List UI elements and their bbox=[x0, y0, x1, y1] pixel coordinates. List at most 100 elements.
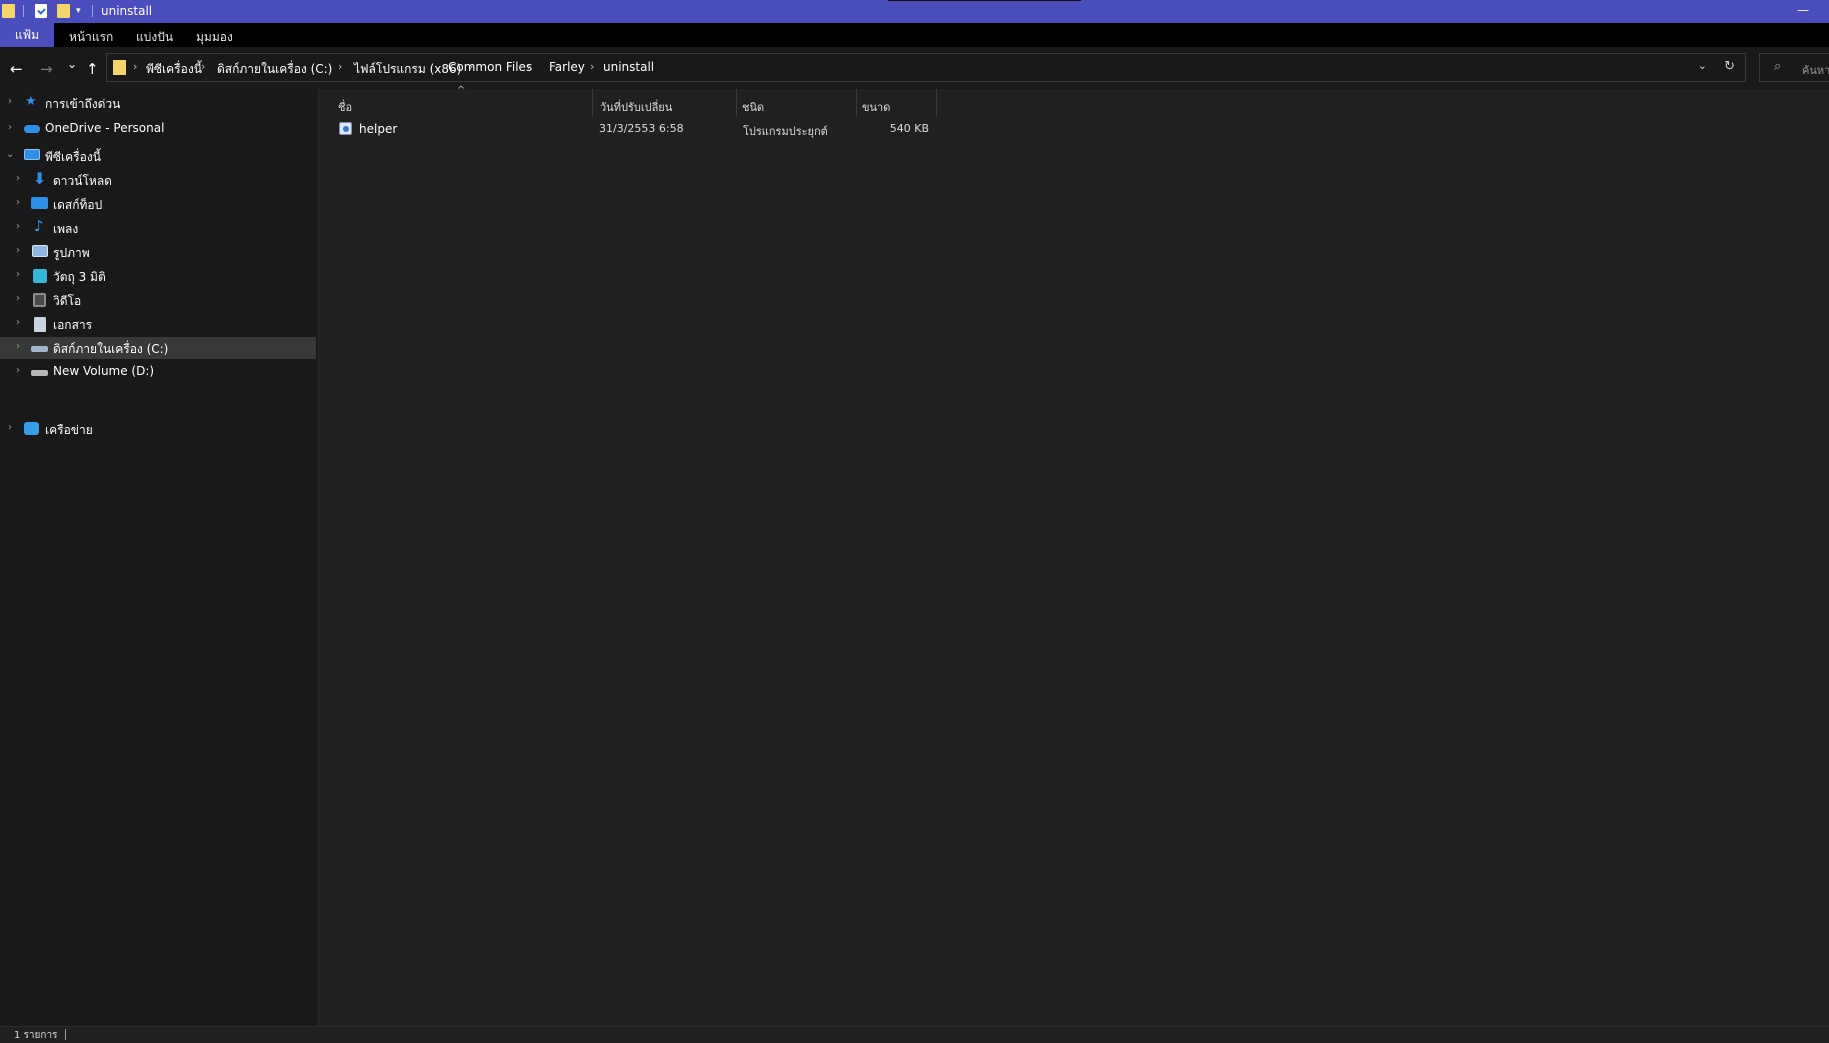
application-icon bbox=[339, 122, 352, 135]
pictures-icon bbox=[32, 245, 48, 257]
column-header-name[interactable]: ^ ชื่อ bbox=[319, 85, 594, 116]
properties-icon[interactable] bbox=[35, 4, 47, 18]
column-header-label: ชนิด bbox=[742, 101, 765, 114]
refresh-icon[interactable]: ↻ bbox=[1724, 59, 1735, 74]
file-name: helper bbox=[359, 122, 398, 136]
sidebar-item-label: วัตถุ 3 มิติ bbox=[53, 270, 106, 284]
new-folder-icon[interactable] bbox=[57, 4, 70, 18]
breadcrumb-program-files-x86[interactable]: ไฟล์โปรแกรม (x86) bbox=[354, 60, 461, 79]
file-size: 540 KB bbox=[889, 122, 929, 135]
expand-chevron-icon[interactable]: › bbox=[16, 173, 20, 184]
breadcrumb-common-files[interactable]: Common Files bbox=[448, 60, 532, 74]
window-title: uninstall bbox=[101, 4, 153, 18]
expand-chevron-icon[interactable]: › bbox=[8, 122, 12, 133]
title-accent-line bbox=[888, 0, 1081, 1]
sidebar-item-3d-objects[interactable]: › วัตถุ 3 มิติ bbox=[0, 265, 316, 287]
breadcrumb-chevron-icon[interactable]: › bbox=[590, 60, 594, 73]
file-type: โปรแกรมประยุกต์ bbox=[743, 125, 828, 138]
status-bar: 1 รายการ bbox=[0, 1026, 1829, 1042]
tab-home[interactable]: หน้าแรก bbox=[69, 28, 113, 47]
expand-chevron-icon[interactable]: › bbox=[16, 341, 20, 352]
breadcrumb-farley[interactable]: Farley bbox=[549, 60, 585, 74]
expand-chevron-icon[interactable]: › bbox=[8, 422, 12, 433]
divider bbox=[65, 1029, 66, 1040]
search-box[interactable]: ⌕ ค้นหา bbox=[1759, 53, 1829, 82]
sidebar-item-network[interactable]: › เครือข่าย bbox=[0, 418, 316, 440]
sidebar-item-label: พีซีเครื่องนี้ bbox=[45, 150, 101, 164]
sidebar-item-quick-access[interactable]: › ★ การเข้าถึงด่วน bbox=[0, 92, 316, 114]
column-header-type[interactable]: ชนิด bbox=[737, 89, 857, 116]
sidebar-item-label: การเข้าถึงด่วน bbox=[45, 97, 121, 111]
sidebar-item-label: New Volume (D:) bbox=[53, 364, 155, 378]
breadcrumb-uninstall[interactable]: uninstall bbox=[603, 60, 654, 74]
title-bar: ▾ uninstall — bbox=[0, 0, 1829, 23]
quick-access-dropdown-icon[interactable]: ▾ bbox=[76, 6, 81, 16]
column-header-label: ขนาด bbox=[862, 101, 891, 114]
network-icon bbox=[24, 422, 39, 435]
cloud-icon bbox=[24, 125, 40, 133]
tab-view[interactable]: มุมมอง bbox=[196, 28, 233, 47]
expand-chevron-icon[interactable]: › bbox=[16, 293, 20, 304]
back-button[interactable]: ← bbox=[10, 60, 23, 78]
breadcrumb-chevron-icon[interactable]: › bbox=[338, 60, 342, 73]
breadcrumb-drive-c[interactable]: ดิสก์ภายในเครื่อง (C:) bbox=[217, 60, 332, 79]
address-dropdown-icon[interactable]: ⌄ bbox=[1698, 59, 1707, 72]
recent-locations-button[interactable]: ⌄ bbox=[67, 57, 77, 71]
music-icon: ♪ bbox=[34, 217, 44, 235]
sidebar-item-this-pc[interactable]: ⌄ พีซีเครื่องนี้ bbox=[0, 145, 316, 167]
sidebar-item-label: รูปภาพ bbox=[53, 246, 90, 260]
sidebar-item-label: เดสก์ท็อป bbox=[53, 198, 103, 212]
breadcrumb-this-pc[interactable]: พีซีเครื่องนี้ bbox=[146, 60, 202, 79]
folder-icon bbox=[113, 60, 126, 75]
address-bar[interactable]: › พีซีเครื่องนี้ › ดิสก์ภายในเครื่อง (C:… bbox=[106, 53, 1746, 82]
navigation-pane: › ★ การเข้าถึงด่วน › OneDrive - Personal… bbox=[0, 89, 318, 1026]
collapse-chevron-icon[interactable]: ⌄ bbox=[6, 149, 14, 160]
sidebar-item-label: OneDrive - Personal bbox=[45, 121, 165, 135]
divider bbox=[92, 5, 93, 17]
column-divider[interactable] bbox=[936, 89, 937, 116]
sidebar-item-drive-d[interactable]: › New Volume (D:) bbox=[0, 361, 316, 383]
expand-chevron-icon[interactable]: › bbox=[16, 365, 20, 376]
column-header-size[interactable]: ขนาด bbox=[857, 89, 936, 116]
folder-icon bbox=[2, 4, 15, 18]
file-date-modified: 31/3/2553 6:58 bbox=[599, 122, 684, 135]
breadcrumb-chevron-icon[interactable]: › bbox=[527, 60, 531, 73]
drive-c-icon bbox=[31, 346, 48, 352]
sidebar-item-desktop[interactable]: › เดสก์ท็อป bbox=[0, 193, 316, 215]
expand-chevron-icon[interactable]: › bbox=[16, 269, 20, 280]
search-icon: ⌕ bbox=[1774, 59, 1782, 74]
tab-file[interactable]: แฟ้ม bbox=[0, 23, 54, 47]
sidebar-item-label: ดาวน์โหลด bbox=[53, 174, 112, 188]
sidebar-item-drive-c[interactable]: › ดิสก์ภายในเครื่อง (C:) bbox=[0, 337, 316, 359]
download-icon: ⬇ bbox=[33, 169, 47, 188]
file-list: ^ ชื่อ วันที่ปรับเปลี่ยน ชนิด ขนาด helpe… bbox=[319, 85, 1829, 1026]
forward-button[interactable]: → bbox=[40, 60, 53, 78]
file-row[interactable]: helper 31/3/2553 6:58 โปรแกรมประยุกต์ 54… bbox=[319, 119, 939, 141]
expand-chevron-icon[interactable]: › bbox=[16, 245, 20, 256]
minimize-button[interactable]: — bbox=[1797, 3, 1809, 17]
star-icon: ★ bbox=[25, 94, 37, 109]
sidebar-item-onedrive[interactable]: › OneDrive - Personal bbox=[0, 118, 316, 140]
desktop-icon bbox=[31, 197, 48, 209]
sidebar-item-downloads[interactable]: › ⬇ ดาวน์โหลด bbox=[0, 169, 316, 191]
sidebar-item-label: วิดีโอ bbox=[53, 294, 82, 308]
breadcrumb-chevron-icon[interactable]: › bbox=[133, 60, 137, 73]
sidebar-item-music[interactable]: › ♪ เพลง bbox=[0, 217, 316, 239]
column-header-date-modified[interactable]: วันที่ปรับเปลี่ยน bbox=[593, 89, 736, 116]
documents-icon bbox=[34, 317, 46, 332]
sidebar-item-label: ดิสก์ภายในเครื่อง (C:) bbox=[53, 342, 169, 356]
sidebar-item-videos[interactable]: › วิดีโอ bbox=[0, 289, 316, 311]
column-header-label: ชื่อ bbox=[338, 101, 353, 114]
sidebar-item-pictures[interactable]: › รูปภาพ bbox=[0, 241, 316, 263]
expand-chevron-icon[interactable]: › bbox=[16, 317, 20, 328]
tab-share[interactable]: แบ่งปัน bbox=[136, 28, 173, 47]
expand-chevron-icon[interactable]: › bbox=[16, 221, 20, 232]
sidebar-item-documents[interactable]: › เอกสาร bbox=[0, 313, 316, 335]
sidebar-item-label: เครือข่าย bbox=[45, 423, 93, 437]
sidebar-item-label: เอกสาร bbox=[53, 318, 93, 332]
up-button[interactable]: ↑ bbox=[86, 60, 99, 78]
expand-chevron-icon[interactable]: › bbox=[16, 197, 20, 208]
column-header-label: วันที่ปรับเปลี่ยน bbox=[600, 101, 673, 114]
expand-chevron-icon[interactable]: › bbox=[8, 96, 12, 107]
breadcrumb-chevron-icon[interactable]: › bbox=[201, 60, 205, 73]
